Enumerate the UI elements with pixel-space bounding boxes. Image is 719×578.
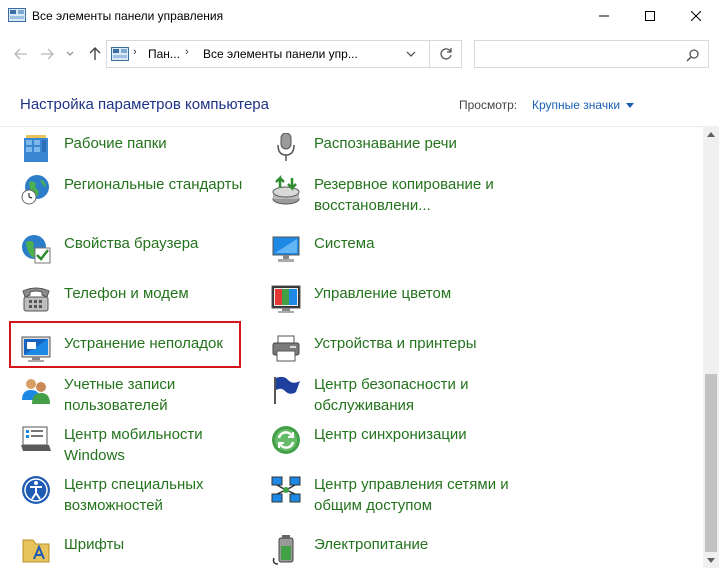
item-label[interactable]: Центр синхронизации: [314, 424, 514, 445]
fonts-icon: [20, 534, 52, 566]
item-system[interactable]: Система: [270, 233, 510, 277]
item-label[interactable]: Центр специальных возможностей: [64, 474, 264, 516]
item-ease-of-access[interactable]: Центр специальных возможностей: [20, 474, 260, 518]
item-color-management[interactable]: Управление цветом: [270, 283, 510, 327]
item-label[interactable]: Резервное копирование и восстановлени...: [314, 174, 514, 216]
refresh-icon: [439, 48, 452, 60]
globe-clock-icon: [20, 174, 52, 206]
item-security-maintenance[interactable]: Центр безопасности и обслуживания: [270, 374, 510, 418]
control-panel-icon: [111, 47, 129, 61]
item-fonts[interactable]: Шрифты: [20, 534, 260, 578]
item-label[interactable]: Центр мобильности Windows: [64, 424, 264, 466]
item-power-options[interactable]: Электропитание: [270, 534, 510, 578]
item-label[interactable]: Региональные стандарты: [64, 174, 264, 195]
search-icon: [686, 48, 700, 62]
item-label[interactable]: Устройства и принтеры: [314, 333, 514, 354]
back-button[interactable]: [10, 44, 32, 64]
chevron-down-icon[interactable]: [626, 103, 634, 108]
item-label[interactable]: Телефон и модем: [64, 283, 264, 304]
ease-of-access-icon: [20, 474, 52, 506]
breadcrumb-segment[interactable]: Пан...: [148, 47, 180, 61]
item-work-folders[interactable]: Рабочие папки: [20, 133, 260, 177]
item-label[interactable]: Центр безопасности и обслуживания: [314, 374, 514, 416]
chevron-right-icon[interactable]: ›: [133, 46, 137, 58]
close-button[interactable]: [673, 0, 719, 32]
monitor-icon: [270, 233, 302, 265]
control-panel-icon: [8, 8, 26, 22]
search-input[interactable]: [474, 40, 709, 68]
battery-icon: [270, 534, 302, 566]
scrollbar-thumb[interactable]: [705, 374, 717, 552]
page-title: Настройка параметров компьютера: [20, 96, 269, 113]
forward-button[interactable]: [36, 44, 58, 64]
microphone-icon: [270, 132, 302, 165]
item-label[interactable]: Система: [314, 233, 514, 254]
item-label[interactable]: Центр управления сетями и общим доступом: [314, 474, 514, 516]
scroll-up-arrow-icon[interactable]: [703, 126, 719, 142]
chevron-right-icon[interactable]: ›: [185, 46, 189, 58]
breadcrumb-segment[interactable]: Все элементы панели упр...: [203, 47, 358, 61]
item-label[interactable]: Управление цветом: [314, 283, 514, 304]
item-user-accounts[interactable]: Учетные записи пользователей: [20, 374, 260, 418]
view-by-label: Просмотр:: [459, 98, 518, 112]
work-folders-icon: [20, 133, 52, 165]
item-label[interactable]: Электропитание: [314, 534, 514, 555]
vertical-scrollbar[interactable]: [703, 126, 719, 568]
backup-icon: [270, 174, 302, 206]
window-title: Все элементы панели управления: [32, 9, 224, 23]
item-label[interactable]: Шрифты: [64, 534, 264, 555]
refresh-button[interactable]: [430, 40, 462, 68]
mobility-center-icon: [20, 424, 52, 456]
title-bar: Все элементы панели управления: [0, 0, 719, 34]
item-label[interactable]: Учетные записи пользователей: [64, 374, 264, 416]
up-button[interactable]: [84, 44, 106, 64]
item-devices-printers[interactable]: Устройства и принтеры: [270, 333, 510, 377]
view-by-dropdown[interactable]: Крупные значки: [532, 98, 620, 112]
divider: [0, 126, 703, 127]
address-bar[interactable]: › Пан... › Все элементы панели упр...: [106, 40, 430, 68]
item-network-sharing[interactable]: Центр управления сетями и общим доступом: [270, 474, 510, 518]
highlight-box: [9, 321, 241, 368]
item-backup-restore[interactable]: Резервное копирование и восстановлени...: [270, 174, 510, 218]
minimize-button[interactable]: [581, 0, 627, 32]
navigation-bar: › Пан... › Все элементы панели упр...: [0, 34, 719, 74]
phone-icon: [20, 283, 52, 315]
item-regional-settings[interactable]: Региональные стандарты: [20, 174, 260, 218]
item-sync-center[interactable]: Центр синхронизации: [270, 424, 510, 468]
maximize-button[interactable]: [627, 0, 673, 32]
color-management-icon: [270, 283, 302, 315]
internet-options-icon: [20, 233, 52, 265]
item-label[interactable]: Рабочие папки: [64, 133, 264, 154]
recent-locations-dropdown[interactable]: [62, 44, 78, 64]
scroll-down-arrow-icon[interactable]: [703, 552, 719, 568]
item-speech-recognition[interactable]: Распознавание речи: [270, 132, 510, 177]
users-icon: [20, 374, 52, 406]
item-label[interactable]: Свойства браузера: [64, 233, 264, 254]
item-label[interactable]: Распознавание речи: [314, 133, 514, 154]
sync-icon: [270, 424, 302, 456]
flag-icon: [270, 374, 302, 406]
item-mobility-center[interactable]: Центр мобильности Windows: [20, 424, 260, 468]
item-internet-options[interactable]: Свойства браузера: [20, 233, 260, 277]
network-icon: [270, 474, 302, 506]
chevron-down-icon[interactable]: [403, 47, 419, 61]
printer-icon: [270, 333, 302, 365]
